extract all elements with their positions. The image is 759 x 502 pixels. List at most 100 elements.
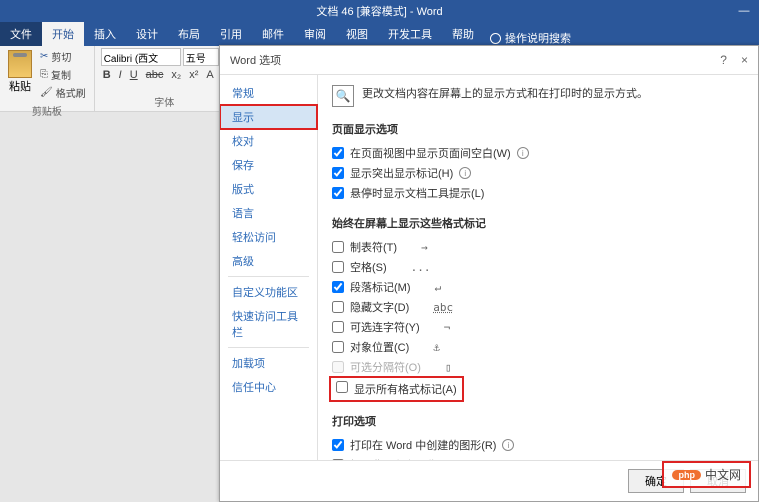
dialog-category-sidebar: 常规 显示 校对 保存 版式 语言 轻松访问 高级 自定义功能区 快速访问工具栏…: [220, 75, 318, 460]
paste-icon: [8, 50, 32, 78]
label-print-drawings: 打印在 Word 中创建的图形(R): [350, 437, 496, 453]
checkbox-hidden-text[interactable]: [332, 301, 344, 313]
brush-icon: 🖌: [40, 87, 53, 98]
checkbox-show-all-marks[interactable]: [336, 381, 348, 393]
watermark-text: 中文网: [705, 466, 741, 483]
label-show-tooltips: 悬停时显示文档工具提示(L): [350, 185, 484, 201]
paste-button[interactable]: 粘贴: [6, 48, 34, 101]
tell-me-label: 操作说明搜索: [505, 30, 571, 46]
tab-developer[interactable]: 开发工具: [378, 22, 442, 46]
glyph-object-anchor: ⚓: [433, 341, 440, 354]
tab-review[interactable]: 审阅: [294, 22, 336, 46]
font-family-select[interactable]: Calibri (西文: [101, 48, 181, 66]
checkbox-show-white-space[interactable]: [332, 147, 344, 159]
bold-button[interactable]: B: [101, 68, 113, 82]
dialog-description: 更改文档内容在屏幕上的显示方式和在打印时的显示方式。: [362, 85, 648, 101]
copy-icon: ⎘: [40, 69, 48, 80]
tab-mailings[interactable]: 邮件: [252, 22, 294, 46]
checkbox-show-tooltips[interactable]: [332, 187, 344, 199]
dialog-title-text: Word 选项: [230, 52, 281, 68]
window-title: 文档 46 [兼容模式] - Word: [316, 3, 442, 19]
watermark: php 中文网: [662, 461, 751, 488]
watermark-logo: php: [672, 470, 701, 480]
clipboard-group-label: 剪贴板: [6, 103, 88, 118]
label-hidden-text: 隐藏文字(D): [350, 299, 409, 315]
dialog-help-button[interactable]: ?: [720, 53, 727, 67]
checkbox-optional-hyphen[interactable]: [332, 321, 344, 333]
glyph-tab: →: [421, 241, 428, 254]
tab-file[interactable]: 文件: [0, 22, 42, 46]
window-title-bar: 文档 46 [兼容模式] - Word —: [0, 0, 759, 22]
checkbox-show-highlighter[interactable]: [332, 167, 344, 179]
checkbox-paragraph[interactable]: [332, 281, 344, 293]
label-space: 空格(S): [350, 259, 387, 275]
sidebar-separator: [228, 276, 309, 277]
text-highlight-button[interactable]: A: [204, 68, 215, 82]
tell-me-search[interactable]: 操作说明搜索: [490, 30, 571, 46]
checkbox-print-drawings[interactable]: [332, 439, 344, 451]
category-quick-access[interactable]: 快速访问工具栏: [220, 304, 317, 344]
dialog-close-button[interactable]: ×: [741, 53, 748, 67]
info-icon[interactable]: i: [517, 147, 529, 159]
ribbon-group-font: Calibri (西文 五号 B I U abc x₂ x² A 字体: [95, 46, 235, 111]
tab-layout[interactable]: 布局: [168, 22, 210, 46]
italic-button[interactable]: I: [117, 68, 124, 82]
checkbox-space[interactable]: [332, 261, 344, 273]
category-trust-center[interactable]: 信任中心: [220, 375, 317, 399]
glyph-optional-break: ▯: [445, 361, 452, 374]
category-proofing[interactable]: 校对: [220, 129, 317, 153]
copy-button[interactable]: ⎘复制: [38, 66, 88, 83]
category-ease-of-access[interactable]: 轻松访问: [220, 225, 317, 249]
scissors-icon: ✂: [40, 51, 48, 62]
label-optional-break: 可选分隔符(O): [350, 359, 421, 375]
tab-view[interactable]: 视图: [336, 22, 378, 46]
cut-label: 剪切: [51, 49, 71, 64]
checkbox-tab[interactable]: [332, 241, 344, 253]
label-object-anchor: 对象位置(C): [350, 339, 409, 355]
section-printing: 打印选项 打印在 Word 中创建的图形(R)i 打印背景色和图像(B) 打印文…: [332, 413, 744, 460]
magnifier-icon: 🔍: [332, 85, 354, 107]
category-customize-ribbon[interactable]: 自定义功能区: [220, 280, 317, 304]
strikethrough-button[interactable]: abc: [144, 68, 166, 82]
glyph-space: ...: [411, 261, 431, 274]
category-save[interactable]: 保存: [220, 153, 317, 177]
category-advanced[interactable]: 高级: [220, 249, 317, 273]
underline-button[interactable]: U: [128, 68, 140, 82]
glyph-paragraph: ↵: [435, 281, 442, 294]
info-icon[interactable]: i: [459, 167, 471, 179]
tab-insert[interactable]: 插入: [84, 22, 126, 46]
superscript-button[interactable]: x²: [187, 68, 200, 82]
cut-button[interactable]: ✂剪切: [38, 48, 88, 65]
dialog-content-panel: 🔍 更改文档内容在屏幕上的显示方式和在打印时的显示方式。 页面显示选项 在页面视…: [318, 75, 758, 460]
info-icon[interactable]: i: [502, 439, 514, 451]
label-optional-hyphen: 可选连字符(Y): [350, 319, 420, 335]
subscript-button[interactable]: x₂: [169, 68, 183, 82]
checkbox-object-anchor[interactable]: [332, 341, 344, 353]
label-show-all-marks: 显示所有格式标记(A): [354, 381, 457, 397]
label-show-highlighter: 显示突出显示标记(H): [350, 165, 453, 181]
format-painter-label: 格式刷: [56, 85, 86, 100]
category-addins[interactable]: 加载项: [220, 351, 317, 375]
font-group-label: 字体: [101, 94, 228, 109]
section-printing-title: 打印选项: [332, 413, 744, 429]
category-general[interactable]: 常规: [220, 81, 317, 105]
tab-design[interactable]: 设计: [126, 22, 168, 46]
tab-home[interactable]: 开始: [42, 22, 84, 46]
font-size-select[interactable]: 五号: [183, 48, 219, 66]
category-display[interactable]: 显示: [220, 105, 317, 129]
minimize-button[interactable]: —: [729, 0, 759, 22]
tab-help[interactable]: 帮助: [442, 22, 484, 46]
label-paragraph: 段落标记(M): [350, 279, 411, 295]
copy-label: 复制: [51, 67, 71, 82]
checkbox-optional-break: [332, 361, 344, 373]
glyph-optional-hyphen: ¬: [444, 321, 451, 334]
category-layout[interactable]: 版式: [220, 177, 317, 201]
format-painter-button[interactable]: 🖌格式刷: [38, 84, 88, 101]
label-show-white-space: 在页面视图中显示页面间空白(W): [350, 145, 511, 161]
label-tab: 制表符(T): [350, 239, 397, 255]
section-formatting-marks: 始终在屏幕上显示这些格式标记 制表符(T)→ 空格(S)... 段落标记(M)↵…: [332, 215, 744, 401]
lightbulb-icon: [490, 33, 501, 44]
word-options-dialog: Word 选项 ? × 常规 显示 校对 保存 版式 语言 轻松访问 高级 自定…: [219, 45, 759, 502]
category-language[interactable]: 语言: [220, 201, 317, 225]
tab-references[interactable]: 引用: [210, 22, 252, 46]
